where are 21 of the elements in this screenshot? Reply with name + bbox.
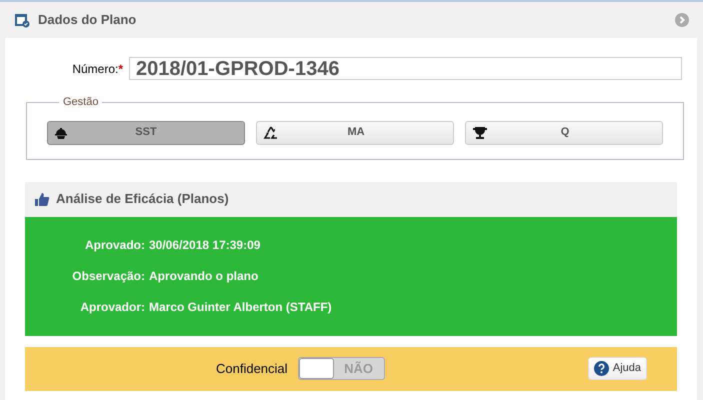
approval-label: Aprovado:: [84, 237, 145, 254]
gestao-legend: Gestão: [59, 94, 102, 110]
confidencial-label: Confidencial: [216, 360, 288, 378]
gestao-option-button[interactable]: MA: [256, 120, 454, 144]
chevron-right-icon[interactable]: [675, 13, 689, 27]
approval-label: Aprovador:: [79, 299, 145, 316]
helmet-icon: [54, 126, 68, 140]
help-button[interactable]: Ajuda: [588, 357, 647, 380]
analise-title: Análise de Eficácia (Planos): [56, 190, 229, 208]
panel-title: Dados do Plano: [38, 11, 136, 30]
gestao-option-button[interactable]: SST: [47, 120, 245, 144]
approval-label: Observação:: [71, 268, 145, 285]
approval-value: 30/06/2018 17:39:09: [149, 237, 260, 254]
trophy-icon: [472, 126, 488, 140]
gestao-option-button[interactable]: Q: [465, 120, 663, 144]
numero-field[interactable]: 2018/01-GPROD-1346: [129, 57, 682, 80]
approval-value: Marco Guinter Alberton (STAFF): [149, 299, 332, 316]
thumbs-up-icon: [34, 192, 50, 206]
approval-value: Aprovando o plano: [149, 268, 258, 285]
help-icon: [594, 361, 609, 376]
numero-label: Número:*: [72, 60, 123, 78]
